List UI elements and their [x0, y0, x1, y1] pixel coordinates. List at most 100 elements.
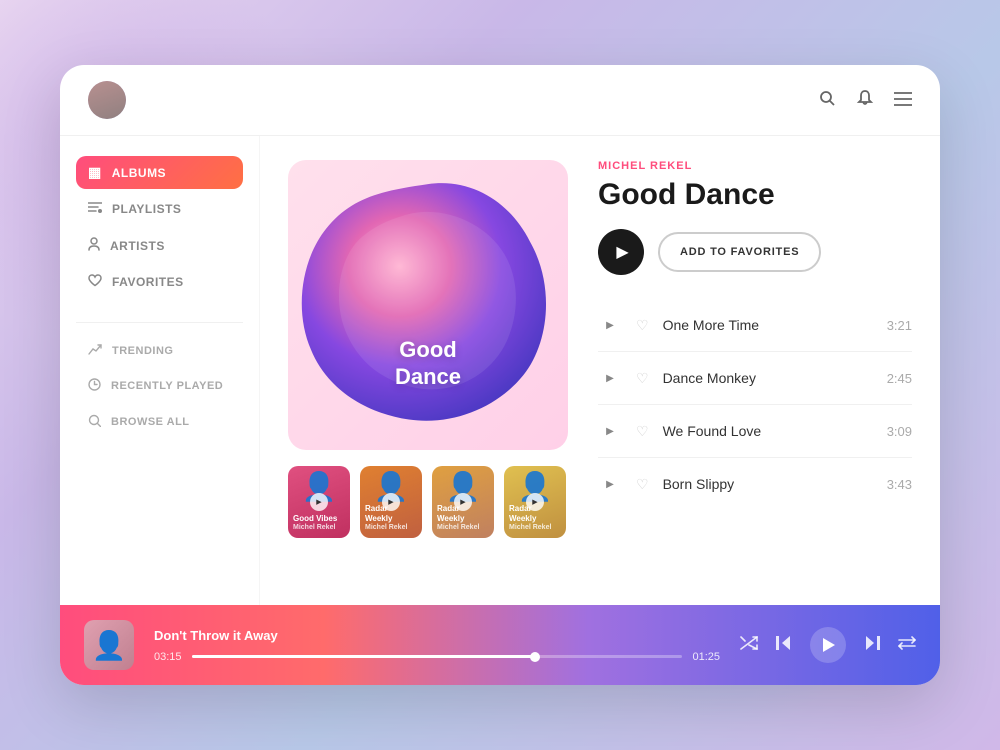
thumb-play-1[interactable]: ▶: [310, 493, 328, 511]
prev-button[interactable]: [776, 636, 792, 655]
sidebar-item-favorites[interactable]: FAVORITES: [76, 266, 243, 298]
recently-played-label: RECENTLY PLAYED: [111, 380, 223, 392]
player-progress-area: Don't Throw it Away 03:15 01:25: [154, 628, 720, 663]
playlists-label: PLAYLISTS: [112, 202, 181, 216]
track-title: Good Dance: [598, 178, 912, 211]
avatar-image: [88, 81, 126, 119]
track-controls: ▶ ADD TO FAVORITES: [598, 229, 912, 275]
player-controls: [740, 627, 916, 663]
track-play-4[interactable]: ▶: [598, 472, 622, 496]
track-like-1[interactable]: ♡: [636, 317, 649, 334]
track-name-1: One More Time: [663, 317, 873, 333]
trending-label: TRENDING: [112, 345, 173, 357]
album-overlay-line2: Dance: [395, 364, 461, 390]
thumb-label-4: Radar Weekly Michel Rekel: [509, 504, 561, 532]
track-item-3[interactable]: ▶ ♡ We Found Love 3:09: [598, 405, 912, 458]
recently-played-icon: [88, 378, 101, 394]
progress-dot: [530, 652, 540, 662]
thumb-title-4: Radar Weekly: [509, 504, 561, 523]
playlists-icon: [88, 201, 102, 217]
track-item-1[interactable]: ▶ ♡ One More Time 3:21: [598, 299, 912, 352]
sidebar-item-browse-all[interactable]: BROWSE ALL: [76, 406, 243, 438]
progress-container: 03:15 01:25: [154, 651, 720, 663]
header: [60, 65, 940, 136]
album-art: Good Dance: [288, 160, 568, 450]
player-bar: 👤 Don't Throw it Away 03:15 01:25: [60, 605, 940, 685]
thumb-label-1: Good Vibes Michel Rekel: [293, 514, 345, 532]
add-to-favorites-button[interactable]: ADD TO FAVORITES: [658, 232, 821, 272]
repeat-button[interactable]: [898, 636, 916, 655]
browse-all-icon: [88, 414, 101, 430]
right-panel: Good Dance 👤 ▶ Good Vibes: [260, 136, 940, 605]
track-duration-3: 3:09: [887, 424, 912, 439]
thumb-title-1: Good Vibes: [293, 514, 345, 524]
avatar[interactable]: [88, 81, 126, 119]
app-container: ▦ ALBUMS PLAYLISTS: [60, 65, 940, 685]
menu-icon[interactable]: [894, 90, 912, 111]
track-duration-4: 3:43: [887, 477, 912, 492]
thumb-subtitle-4: Michel Rekel: [509, 524, 561, 532]
next-button[interactable]: [864, 636, 880, 655]
album-title-overlay: Good Dance: [395, 337, 461, 390]
track-item-4[interactable]: ▶ ♡ Born Slippy 3:43: [598, 458, 912, 510]
sidebar-item-playlists[interactable]: PLAYLISTS: [76, 193, 243, 225]
thumb-subtitle-3: Michel Rekel: [437, 524, 489, 532]
progress-bar[interactable]: [192, 655, 683, 658]
favorites-icon: [88, 274, 102, 290]
track-like-3[interactable]: ♡: [636, 423, 649, 440]
thumb-title-2: Radar Weekly: [365, 504, 417, 523]
thumbnail-2[interactable]: 👤 ▶ Radar Weekly Michel Rekel: [360, 466, 422, 538]
artists-label: ARTISTS: [110, 239, 165, 253]
search-icon[interactable]: [818, 89, 836, 112]
track-play-2[interactable]: ▶: [598, 366, 622, 390]
track-duration-1: 3:21: [887, 318, 912, 333]
thumb-title-3: Radar Weekly: [437, 504, 489, 523]
player-remaining-time: 01:25: [692, 651, 720, 663]
player-thumbnail: 👤: [84, 620, 134, 670]
header-icons: [818, 89, 912, 112]
player-track-name: Don't Throw it Away: [154, 628, 720, 643]
thumb-label-3: Radar Weekly Michel Rekel: [437, 504, 489, 532]
artists-icon: [88, 237, 100, 254]
track-play-3[interactable]: ▶: [598, 419, 622, 443]
track-list: ▶ ♡ One More Time 3:21 ▶ ♡ Dance Monkey …: [598, 299, 912, 581]
thumbnail-3[interactable]: 👤 ▶ Radar Weekly Michel Rekel: [432, 466, 494, 538]
track-like-4[interactable]: ♡: [636, 476, 649, 493]
sidebar-item-albums[interactable]: ▦ ALBUMS: [76, 156, 243, 189]
album-overlay-line1: Good: [395, 337, 461, 363]
thumb-subtitle-1: Michel Rekel: [293, 524, 345, 532]
thumb-subtitle-2: Michel Rekel: [365, 524, 417, 532]
sidebar-primary-section: ▦ ALBUMS PLAYLISTS: [76, 156, 243, 298]
track-info: MICHEL REKEL Good Dance ▶ ADD TO FAVORIT…: [598, 160, 912, 581]
track-play-1[interactable]: ▶: [598, 313, 622, 337]
thumbnail-1[interactable]: 👤 ▶ Good Vibes Michel Rekel: [288, 466, 350, 538]
thumbnail-4[interactable]: 👤 ▶ Radar Weekly Michel Rekel: [504, 466, 566, 538]
artist-name: MICHEL REKEL: [598, 160, 912, 172]
sidebar-item-trending[interactable]: TRENDING: [76, 335, 243, 366]
track-name-4: Born Slippy: [663, 476, 873, 492]
track-duration-2: 2:45: [887, 371, 912, 386]
album-section: Good Dance 👤 ▶ Good Vibes: [288, 160, 568, 581]
album-blob: [288, 160, 568, 450]
sidebar-item-artists[interactable]: ARTISTS: [76, 229, 243, 262]
bell-icon[interactable]: [856, 89, 874, 112]
trending-icon: [88, 343, 102, 358]
player-play-button[interactable]: [810, 627, 846, 663]
sidebar-secondary-section: TRENDING RECENTLY PLAYED: [76, 335, 243, 438]
track-name-2: Dance Monkey: [663, 370, 873, 386]
progress-fill: [192, 655, 536, 658]
favorites-label: FAVORITES: [112, 275, 184, 289]
sidebar-divider: [76, 322, 243, 323]
player-current-time: 03:15: [154, 651, 182, 663]
track-name-3: We Found Love: [663, 423, 873, 439]
play-button-large[interactable]: ▶: [598, 229, 644, 275]
albums-label: ALBUMS: [112, 166, 166, 180]
player-thumb-figure: 👤: [92, 629, 127, 662]
shuffle-button[interactable]: [740, 636, 758, 655]
main-content: ▦ ALBUMS PLAYLISTS: [60, 136, 940, 605]
thumb-label-2: Radar Weekly Michel Rekel: [365, 504, 417, 532]
browse-all-label: BROWSE ALL: [111, 416, 190, 428]
track-like-2[interactable]: ♡: [636, 370, 649, 387]
track-item-2[interactable]: ▶ ♡ Dance Monkey 2:45: [598, 352, 912, 405]
sidebar-item-recently-played[interactable]: RECENTLY PLAYED: [76, 370, 243, 402]
